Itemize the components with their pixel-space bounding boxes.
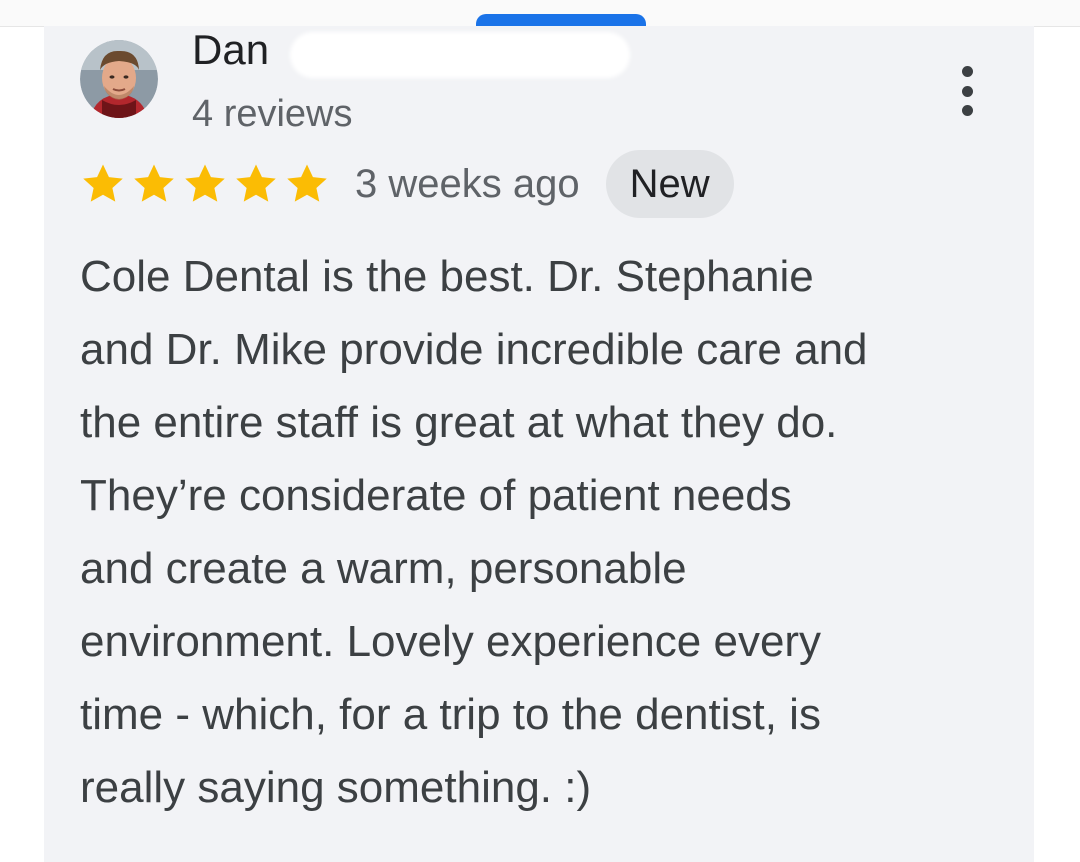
star-icon (185, 164, 225, 202)
review-text: Cole Dental is the best. Dr. Stephanie an… (80, 240, 1000, 824)
redaction-smudge (290, 32, 630, 78)
review-text-line: time - which, for a trip to the dentist,… (80, 690, 821, 739)
avatar-photo (80, 40, 158, 118)
author-name[interactable]: Dan (192, 26, 269, 74)
avatar[interactable] (80, 40, 158, 118)
review-card: Dan 4 reviews 3 weeks ago New Cole Denta… (44, 26, 1034, 862)
author-review-count[interactable]: 4 reviews (192, 92, 353, 136)
more-vert-icon (961, 66, 973, 77)
star-icon (134, 164, 174, 202)
review-text-line: Cole Dental is the best. Dr. Stephanie (80, 252, 814, 301)
review-text-line: the entire staff is great at what they d… (80, 398, 838, 447)
review-text-line: really saying something. :) (80, 763, 592, 812)
review-text-line: They’re considerate of patient needs (80, 471, 792, 520)
review-time: 3 weeks ago (355, 161, 580, 206)
star-icon (287, 164, 327, 202)
star-icon (236, 164, 276, 202)
new-badge: New (605, 150, 734, 218)
star-rating (80, 161, 335, 207)
more-vert-icon-dot (961, 85, 973, 97)
review-text-line: environment. Lovely experience every (80, 617, 822, 666)
review-text-line: and Dr. Mike provide incredible care and (80, 325, 868, 374)
more-vert-icon-dot (961, 105, 973, 116)
review-screen: Dan 4 reviews 3 weeks ago New Cole Denta… (0, 0, 1080, 862)
review-text-line: and create a warm, personable (80, 544, 687, 593)
rating-row: 3 weeks ago New (80, 150, 734, 218)
star-icon (83, 164, 123, 202)
more-options-button[interactable] (952, 66, 982, 116)
